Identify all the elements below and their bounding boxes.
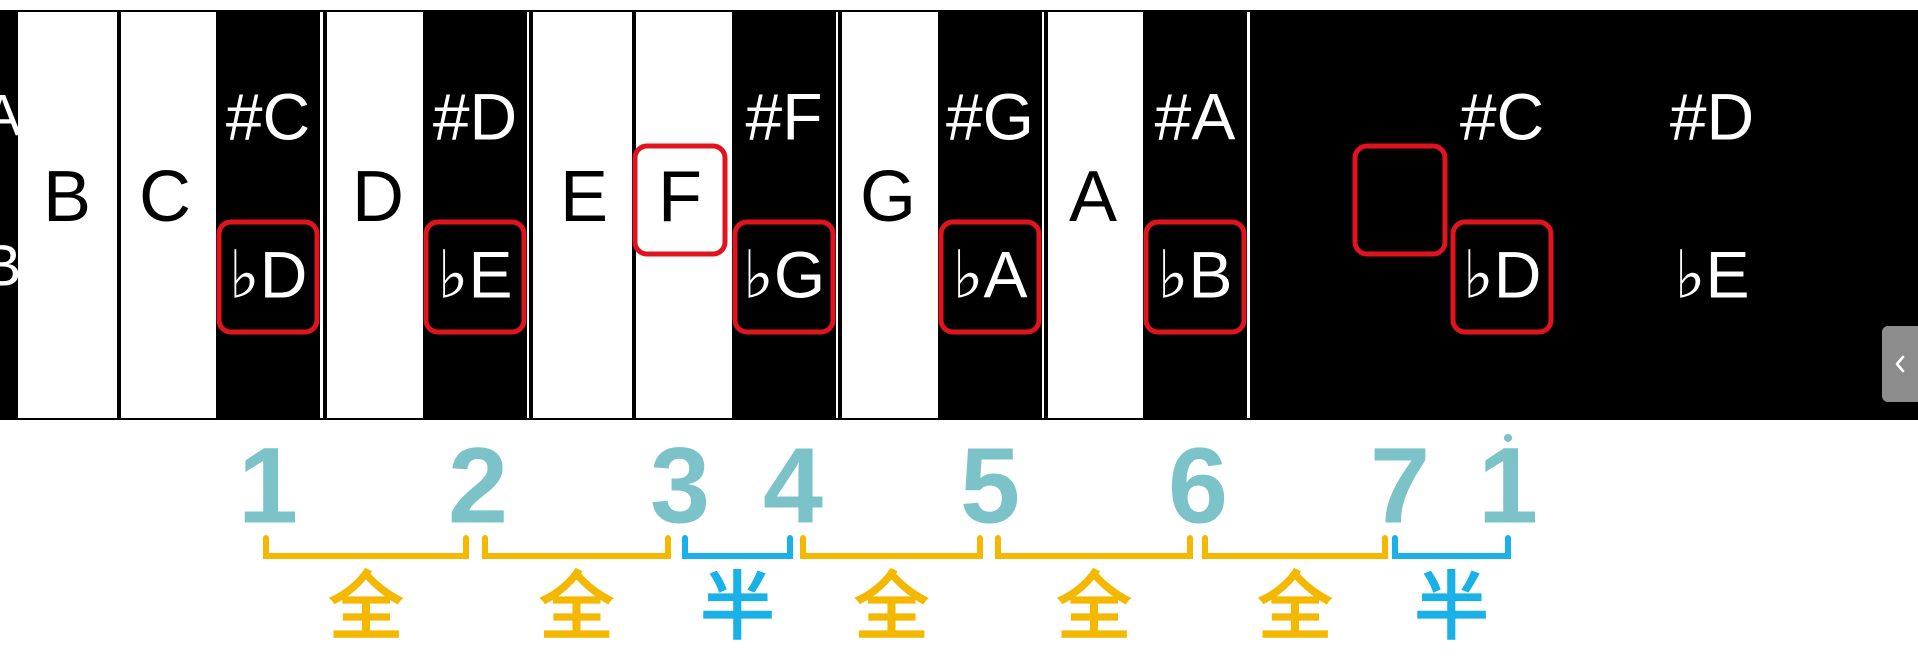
step-label: 全 [328, 565, 404, 651]
step-bracket [1202, 535, 1388, 559]
scale-degree: 6 [1168, 425, 1228, 546]
chevron-left-icon [1895, 355, 1905, 373]
flat-label: ♭D [229, 237, 308, 311]
step-bracket [482, 535, 671, 559]
black-key [423, 12, 527, 418]
white-key-label: A [1069, 157, 1117, 237]
white-key-label: E [560, 157, 608, 237]
black-key [1143, 12, 1247, 418]
white-key-label: F [1888, 157, 1918, 237]
white-key-label: C [1374, 157, 1426, 237]
partial-key-label-top: A [0, 83, 22, 148]
scale-diagram: ABB C D E F G A B C D E F#C♭D#D♭E#F♭G#G♭A#A♭B#C♭D#D… [0, 10, 1918, 651]
step-label: 全 [854, 565, 930, 651]
scale-degree: 5 [960, 425, 1020, 546]
side-panel-toggle[interactable] [1882, 326, 1918, 402]
flat-label: ♭E [437, 237, 512, 311]
sharp-label: #D [433, 79, 517, 153]
sharp-label: #D [1670, 79, 1754, 153]
step-brackets-row: 全全半全全全半 [263, 535, 1511, 651]
black-key [1450, 12, 1554, 418]
flat-label: ♭D [1463, 237, 1542, 311]
flat-label: ♭B [1157, 237, 1232, 311]
scale-degree-row: 1 2 3 4 5 6 7 1• [238, 422, 1538, 546]
step-label: 全 [539, 565, 615, 651]
black-key [216, 12, 320, 418]
white-key-label: B [1276, 157, 1324, 237]
sharp-label: #F [745, 79, 822, 153]
sharp-label: #C [1460, 79, 1544, 153]
sharp-label: #G [946, 79, 1034, 153]
partial-black-key [0, 12, 18, 418]
step-label: 全 [1056, 565, 1132, 651]
scale-degree: 1 [238, 425, 298, 546]
black-key [1660, 12, 1764, 418]
flat-label: ♭E [1674, 237, 1749, 311]
step-label: 全 [1257, 565, 1333, 651]
black-key [938, 12, 1042, 418]
high-octave-dot: • [1503, 422, 1514, 455]
black-key [732, 12, 836, 418]
scale-degree: 4 [763, 425, 823, 546]
partial-key-label-bottom: B [0, 233, 21, 298]
step-bracket [800, 535, 983, 559]
scale-degree: 3 [650, 425, 710, 546]
step-bracket [995, 535, 1193, 559]
sharp-label: #C [226, 79, 310, 153]
white-key-label: E [1794, 157, 1842, 237]
sharp-label: #A [1155, 79, 1236, 153]
flat-label: ♭G [743, 237, 825, 311]
white-key-label: B [43, 157, 91, 237]
step-label: 半 [701, 565, 775, 651]
step-label: 半 [1415, 565, 1489, 651]
white-key-label: D [352, 157, 404, 237]
white-key-label: D [1584, 157, 1636, 237]
flat-label: ♭A [952, 237, 1027, 311]
white-key-label: F [658, 157, 702, 237]
white-key-label: G [860, 157, 916, 237]
scale-degree: 7 [1370, 425, 1430, 546]
scale-degree: 2 [448, 425, 508, 546]
white-key-label: C [139, 157, 191, 237]
